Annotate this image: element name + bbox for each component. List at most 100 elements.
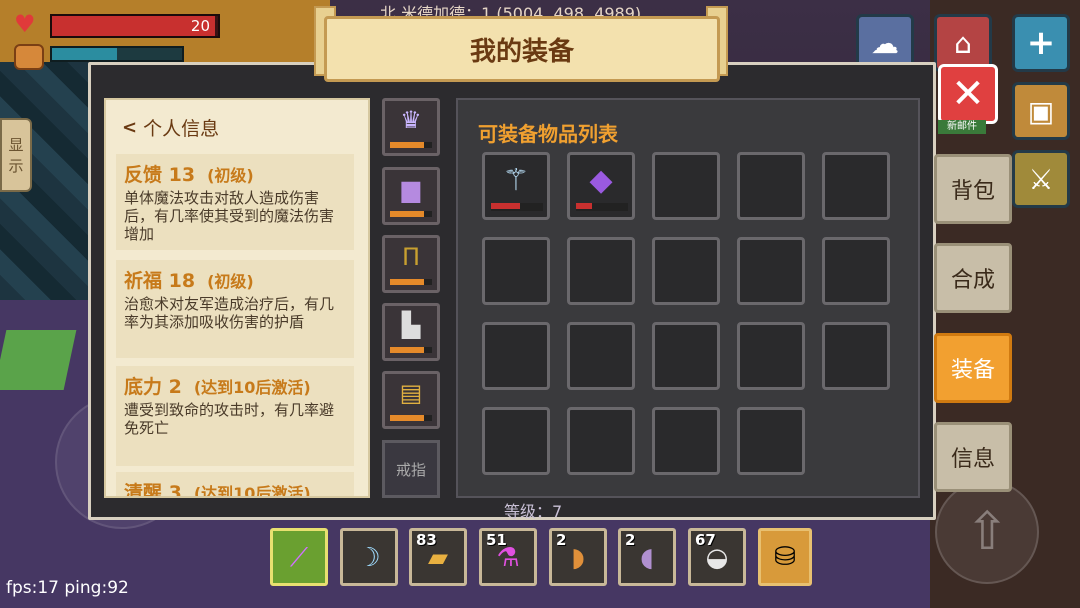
skill-title: 反馈 13	[124, 164, 196, 186]
skill-title: 底力 2	[124, 376, 182, 398]
hotbar-slot[interactable]: ◗ 2	[549, 528, 607, 586]
show-tab-char-2: 示	[8, 157, 24, 175]
inventory-cell[interactable]	[652, 237, 720, 305]
helmet-icon: ♛	[400, 106, 422, 134]
ring-slot[interactable]: 戒指	[382, 440, 440, 498]
show-tab-char-1: 显	[8, 136, 24, 154]
durability-fill	[390, 211, 424, 217]
crossed-swords-icon: ⚔	[1028, 162, 1054, 196]
fps-ping-readout: fps:17 ping:92	[6, 578, 129, 598]
equip-slot-chest[interactable]: ▆	[382, 167, 440, 225]
hotbar-slot[interactable]: ◒ 67	[688, 528, 746, 586]
equip-slot-book[interactable]: ▤	[382, 371, 440, 429]
inventory-cell[interactable]	[567, 237, 635, 305]
backpack-button[interactable]: ⛁	[758, 528, 812, 586]
inventory-cell[interactable]	[737, 152, 805, 220]
new-mail-badge: 新邮件	[938, 120, 986, 134]
skill-description: 单体魔法攻击对敌人造成伤害后，有几率使其受到的魔法伤害增加	[124, 189, 335, 243]
skill-title: 清醒 3	[124, 482, 182, 498]
purple-shard-icon: ◆	[589, 162, 613, 198]
tab-info[interactable]: 信息	[934, 422, 1012, 492]
durability-fill	[491, 203, 520, 209]
skill-name: 底力 2 (达到10后激活)	[124, 372, 346, 399]
hotbar-slot[interactable]: ⟋	[270, 528, 328, 586]
chat-icon: ☁	[871, 26, 899, 60]
grid-title: 可装备物品列表	[478, 122, 618, 146]
durability-bar	[491, 203, 543, 211]
wand-icon: ⟋	[289, 542, 309, 573]
inventory-cell[interactable]	[482, 322, 550, 390]
close-button[interactable]: ✕	[938, 64, 998, 124]
jump-button[interactable]: ⇧	[935, 480, 1039, 584]
hotbar-slot[interactable]: ▰ 83	[409, 528, 467, 586]
window-title: 我的装备	[469, 36, 574, 67]
skill-item: 底力 2 (达到10后激活) 遭受到致命的攻击时，有几率避免死亡	[116, 366, 354, 466]
hotbar-slot[interactable]: ◖ 2	[618, 528, 676, 586]
personal-info-panel[interactable]: < 个人信息 反馈 13 (初级) 单体魔法攻击对敌人造成伤害后，有几率使其受到的…	[104, 98, 370, 498]
info-header: < 个人信息	[122, 114, 219, 140]
skill-name: 反馈 13 (初级)	[124, 160, 346, 187]
shop-icon: ⌂	[954, 26, 972, 60]
add-button[interactable]: +	[1012, 14, 1070, 72]
arrow-up-icon: ⇧	[965, 502, 1009, 562]
player-level: 等级：7	[504, 502, 563, 521]
chestplate-icon: ▆	[401, 175, 421, 203]
tab-crafting[interactable]: 合成	[934, 243, 1012, 313]
durability-fill	[390, 279, 424, 285]
item-count: 51	[486, 531, 507, 549]
health-value: 20	[190, 17, 210, 35]
skill-item: 清醒 3 (达到10后激活)	[116, 472, 354, 498]
inventory-cell[interactable]	[482, 407, 550, 475]
inventory-cell[interactable]	[652, 407, 720, 475]
skill-name: 祈福 18 (初级)	[124, 266, 346, 293]
equip-slot-legs[interactable]: Π	[382, 235, 440, 293]
item-count: 2	[556, 531, 567, 549]
skill-level: (达到10后激活)	[193, 378, 311, 397]
info-title: 个人信息	[143, 117, 220, 140]
item-count: 2	[625, 531, 636, 549]
item-count: 83	[416, 531, 437, 549]
equip-slot-helmet[interactable]: ♛	[382, 98, 440, 156]
durability-fill	[390, 347, 424, 353]
health-bar: 20	[50, 14, 220, 38]
battle-button[interactable]: ⚔	[1012, 150, 1070, 208]
inventory-cell[interactable]	[822, 152, 890, 220]
inventory-cell[interactable]	[737, 322, 805, 390]
durability-bar	[390, 279, 432, 285]
hunger-bar-fill	[52, 48, 117, 60]
blocks-button[interactable]: ▣	[1012, 82, 1070, 140]
inventory-cell[interactable]: ⚚	[482, 152, 550, 220]
item-count: 67	[695, 531, 716, 549]
hotbar-slot[interactable]: ☽	[340, 528, 398, 586]
equip-slot-boots[interactable]: ▙	[382, 303, 440, 361]
blocks-icon: ▣	[1027, 94, 1055, 128]
durability-bar	[390, 347, 432, 353]
skill-item: 反馈 13 (初级) 单体魔法攻击对敌人造成伤害后，有几率使其受到的魔法伤害增加	[116, 154, 354, 250]
inventory-cell[interactable]	[652, 322, 720, 390]
book-icon: ▤	[399, 379, 423, 407]
inventory-cell[interactable]	[822, 237, 890, 305]
skill-level: (达到10后激活)	[193, 484, 311, 498]
tab-backpack[interactable]: 背包	[934, 154, 1012, 224]
hotbar-slot[interactable]: ⚗ 51	[479, 528, 537, 586]
skill-name: 清醒 3 (达到10后激活)	[124, 478, 346, 498]
inventory-cell[interactable]	[652, 152, 720, 220]
bow-icon: ☽	[357, 543, 381, 573]
inventory-cell[interactable]	[482, 237, 550, 305]
skill-title: 祈福 18	[124, 270, 196, 292]
inventory-cell[interactable]	[737, 407, 805, 475]
backpack-icon: ⛁	[774, 542, 796, 572]
window-title-banner: 我的装备	[324, 16, 720, 82]
inventory-cell[interactable]	[567, 407, 635, 475]
inventory-cell[interactable]	[822, 322, 890, 390]
inventory-cell[interactable]: ◆	[567, 152, 635, 220]
inventory-cell[interactable]	[737, 237, 805, 305]
durability-bar	[390, 415, 432, 421]
durability-fill	[390, 142, 424, 148]
tab-equipment[interactable]: 装备	[934, 333, 1012, 403]
durability-fill	[576, 203, 592, 209]
durability-fill	[390, 415, 424, 421]
inventory-cell[interactable]	[567, 322, 635, 390]
show-toggle-tab[interactable]: 显 示	[0, 118, 32, 192]
skill-item: 祈福 18 (初级) 治愈术对友军造成治疗后，有几率为其添加吸收伤害的护盾	[116, 260, 354, 358]
